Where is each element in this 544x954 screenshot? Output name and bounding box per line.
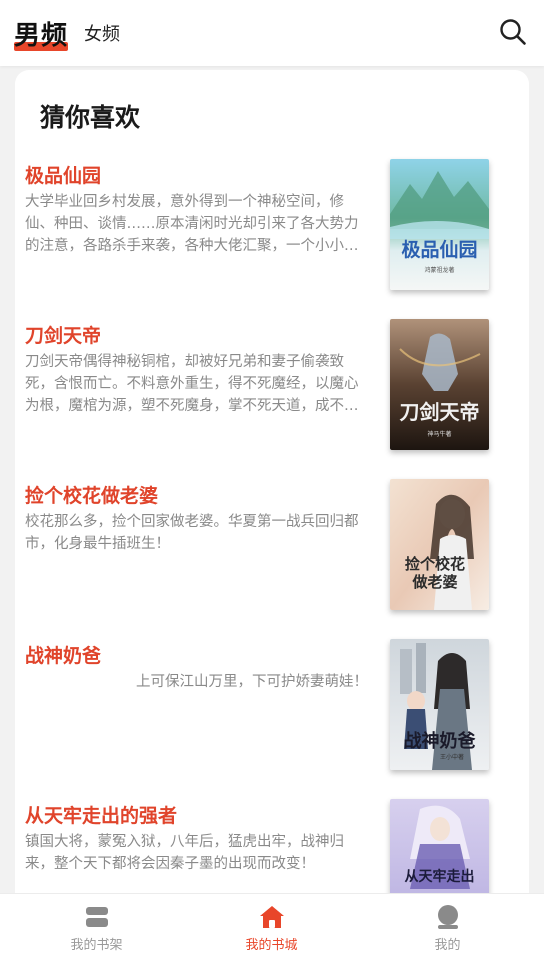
tab-male[interactable]: 男频 — [14, 0, 69, 66]
book-cover[interactable]: 极品仙园 鸿蒙祖龙著 — [390, 159, 489, 290]
section-title: 猜你喜欢 — [40, 103, 141, 132]
cover-author-text: 鸿蒙祖龙著 — [424, 266, 454, 274]
cover-title-text: 捡个校花 — [405, 555, 465, 573]
book-description: 刀剑天帝偶得神秘铜棺，却被好兄弟和妻子偷袭致死，含恨而亡。不料意外重生，得不死魔… — [25, 354, 359, 414]
home-icon — [259, 905, 285, 929]
book-item[interactable]: 刀剑天帝 刀剑天帝偶得神秘铜棺，却被好兄弟和妻子偷袭致死，含恨而亡。不料意外重生… — [15, 319, 529, 481]
book-item[interactable]: 极品仙园 大学毕业回乡村发展，意外得到一个神秘空间，修仙、种田、谈情……原本清闲… — [15, 159, 529, 321]
recommend-card: 猜你喜欢 极品仙园 大学毕业回乡村发展，意外得到一个神秘空间，修仙、种田、谈情…… — [15, 70, 529, 954]
book-description: 校花那么多，捡个回家做老婆。华夏第一战兵回归都市，化身最牛插班生！ — [25, 514, 359, 552]
nav-profile-label: 我的 — [434, 938, 461, 953]
nav-bookshelf[interactable]: 我的书架 — [6, 894, 187, 954]
book-title: 极品仙园 — [25, 165, 102, 187]
cover-author-text: 王小中著 — [440, 753, 464, 761]
app-root: 男频 女频 猜你喜欢 极品仙园 大学毕业回乡村发展，意外得到一个神秘空间，修仙、… — [0, 0, 544, 954]
book-description: 镇国大将，蒙冤入狱，八年后，猛虎出牢，战神归来，整个天下都将会因秦子墨的出现而改… — [25, 834, 344, 872]
search-icon[interactable] — [498, 17, 528, 47]
book-description: 大学毕业回乡村发展，意外得到一个神秘空间，修仙、种田、谈情……原本清闲时光却引来… — [25, 194, 359, 254]
book-cover[interactable]: 捡个校花 做老婆 — [390, 479, 489, 610]
book-cover[interactable]: 刀剑天帝 神马牛著 — [390, 319, 489, 450]
cover-title-text: 极品仙园 — [401, 238, 477, 261]
cover-title-text: 战神奶爸 — [404, 730, 476, 752]
book-title: 刀剑天帝 — [25, 325, 102, 347]
nav-bookstore-label: 我的书城 — [245, 938, 298, 953]
cover-author-text: 神马牛著 — [427, 430, 451, 438]
book-title: 从天牢走出的强者 — [25, 805, 178, 827]
user-icon — [435, 905, 461, 929]
svg-text:做老婆: 做老婆 — [411, 573, 457, 591]
book-cover[interactable]: 战神奶爸 王小中著 — [390, 639, 489, 770]
nav-profile[interactable]: 我的 — [357, 894, 538, 954]
book-description: 上可保江山万里，下可护娇妻萌娃！ — [136, 674, 368, 690]
cover-title-text: 刀剑天帝 — [400, 400, 480, 424]
top-header: 男频 女频 — [0, 0, 544, 66]
tab-female[interactable]: 女频 — [84, 0, 120, 66]
book-item[interactable]: 战神奶爸 上可保江山万里，下可护娇妻萌娃！ 战神奶爸 王小中著 — [15, 639, 529, 801]
bookshelf-icon — [84, 905, 110, 929]
book-item[interactable]: 捡个校花做老婆 校花那么多，捡个回家做老婆。华夏第一战兵回归都市，化身最牛插班生… — [15, 479, 529, 641]
nav-bookshelf-label: 我的书架 — [70, 938, 123, 953]
book-title: 捡个校花做老婆 — [25, 485, 159, 507]
bottom-nav: 我的书架 我的书城 我的 — [0, 893, 544, 954]
nav-bookstore[interactable]: 我的书城 — [181, 894, 362, 954]
book-title: 战神奶爸 — [25, 645, 102, 667]
tab-female-label: 女频 — [84, 24, 120, 45]
tab-male-label: 男频 — [14, 20, 69, 51]
cover-title-text: 从天牢走出 — [405, 868, 475, 885]
